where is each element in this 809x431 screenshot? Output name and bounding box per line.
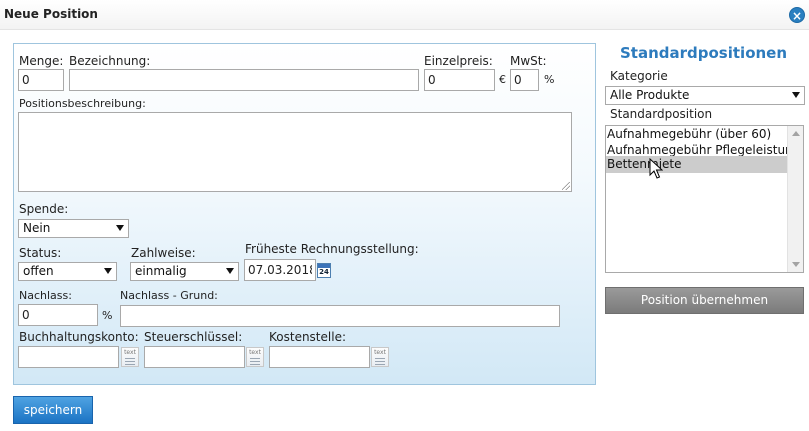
nachlass-percent-unit: % <box>102 309 113 322</box>
kategorie-label: Kategorie <box>610 69 668 83</box>
einzelpreis-label: Einzelpreis: <box>424 54 493 68</box>
resize-grip-icon[interactable] <box>562 182 570 190</box>
steuerschluessel-label: Steuerschlüssel: <box>144 330 243 344</box>
mwst-input[interactable] <box>510 69 539 91</box>
standardposition-label: Standardposition <box>610 107 713 121</box>
zahlweise-label: Zahlweise: <box>131 246 196 260</box>
dropdown-arrow-icon <box>116 225 124 231</box>
standardposition-listbox[interactable]: Aufnahmegebühr (über 60) Aufnahmegebühr … <box>605 125 804 273</box>
rechnungsstellung-date-input[interactable] <box>244 259 316 281</box>
rechnungsstellung-label: Früheste Rechnungsstellung: <box>245 242 419 256</box>
positionsbeschreibung-label: Positionsbeschreibung: <box>19 97 146 110</box>
scroll-down-icon[interactable] <box>792 262 800 267</box>
einzelpreis-input[interactable] <box>424 69 495 91</box>
spende-label: Spende: <box>19 202 69 216</box>
zahlweise-select[interactable]: einmalig <box>130 262 239 281</box>
listbox-scrollbar[interactable] <box>787 126 803 272</box>
dialog-titlebar: Neue Position × <box>0 0 809 30</box>
kategorie-select[interactable]: Alle Produkte <box>605 86 805 105</box>
kostenstelle-input[interactable] <box>269 346 370 368</box>
text-icon-label: text <box>124 349 136 356</box>
list-item[interactable]: Bettenmiete <box>606 156 788 173</box>
dropdown-arrow-icon <box>226 268 234 274</box>
mwst-label: MwSt: <box>510 54 547 68</box>
nachlass-label: Nachlass: <box>19 289 72 302</box>
percent-unit: % <box>544 73 555 86</box>
status-label: Status: <box>19 246 62 260</box>
dialog-title: Neue Position <box>4 7 98 21</box>
scroll-up-icon[interactable] <box>792 131 800 136</box>
spende-select[interactable]: Nein <box>18 219 129 238</box>
dropdown-arrow-icon <box>104 268 112 274</box>
kostenstelle-label: Kostenstelle: <box>269 330 346 344</box>
nachlass-grund-input[interactable] <box>120 305 560 327</box>
bezeichnung-label: Bezeichnung: <box>69 54 151 68</box>
nachlass-grund-label: Nachlass - Grund: <box>120 289 218 302</box>
spende-value: Nein <box>23 221 51 235</box>
position-uebernehmen-button[interactable]: Position übernehmen <box>605 287 804 314</box>
zahlweise-value: einmalig <box>135 264 187 278</box>
text-icon[interactable]: text <box>371 347 389 367</box>
dropdown-arrow-icon <box>792 92 800 98</box>
steuerschluessel-input[interactable] <box>144 346 245 368</box>
buchhaltungskonto-label: Buchhaltungskonto: <box>19 330 139 344</box>
bezeichnung-input[interactable] <box>69 69 419 91</box>
text-icon[interactable]: text <box>246 347 264 367</box>
positionsbeschreibung-textarea[interactable] <box>18 112 572 192</box>
standardpositionen-title: Standardpositionen <box>620 44 788 62</box>
list-item[interactable]: Aufnahmegebühr (über 60) <box>606 126 788 143</box>
close-icon[interactable]: × <box>789 7 805 23</box>
calendar-icon[interactable]: 24 <box>317 263 331 278</box>
text-icon-label: text <box>374 349 386 356</box>
mouse-cursor-icon <box>649 158 663 179</box>
menge-label: Menge: <box>19 54 64 68</box>
save-button[interactable]: speichern <box>13 396 93 424</box>
menge-input[interactable] <box>18 69 64 91</box>
status-value: offen <box>23 264 54 278</box>
kategorie-value: Alle Produkte <box>610 88 690 102</box>
nachlass-input[interactable] <box>18 304 98 326</box>
status-select[interactable]: offen <box>18 262 117 281</box>
position-form-panel: Menge: Bezeichnung: Einzelpreis: MwSt: €… <box>13 43 596 385</box>
text-icon[interactable]: text <box>121 347 139 367</box>
euro-unit: € <box>499 73 506 86</box>
buchhaltungskonto-input[interactable] <box>18 346 119 368</box>
text-icon-label: text <box>249 349 261 356</box>
